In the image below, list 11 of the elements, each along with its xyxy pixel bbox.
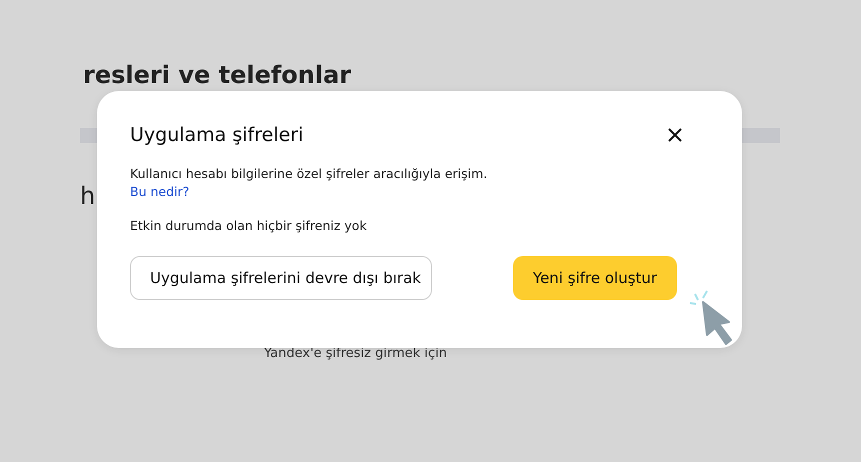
help-link[interactable]: Bu nedir? [130,183,190,201]
primary-button[interactable]: Yeni şifre oluştur [513,256,677,300]
page-heading: resleri ve telefonlar [83,60,352,90]
dialog-title: Uygulama şifreleri [130,123,304,148]
cursor-icon [689,290,735,346]
close-icon [667,127,683,143]
description-text: Kullanıcı hesabı bilgilerine özel şifreler aracılığıyla erişim. [130,165,488,183]
caption-text: Yandex'e şifresiz girmek için [264,345,448,363]
secondary-button[interactable]: Uygulama şifrelerini devre dışı bırak [130,256,432,300]
section-heading: h [80,181,96,212]
status-text: Etkin durumda olan hiçbir şifreniz yok [130,217,367,235]
